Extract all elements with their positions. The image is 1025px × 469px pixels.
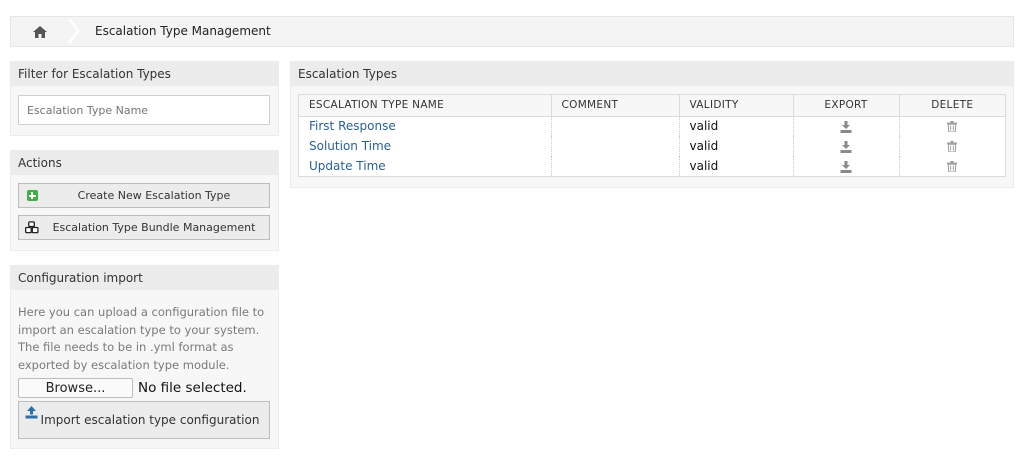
- export-cell: [792, 116, 899, 136]
- escalation-bundle-button[interactable]: Escalation Type Bundle Management: [18, 215, 270, 240]
- download-icon[interactable]: [840, 140, 852, 153]
- file-input: Browse... No file selected.: [18, 378, 270, 398]
- trash-icon[interactable]: [947, 161, 958, 172]
- trash-icon[interactable]: [947, 141, 958, 152]
- escalation-type-name-link[interactable]: First Response: [299, 116, 551, 136]
- create-escalation-type-button[interactable]: Create New Escalation Type: [18, 183, 270, 208]
- escalation-type-comment: [550, 136, 679, 156]
- import-configuration-button[interactable]: Import escalation type configuration: [18, 401, 270, 439]
- escalation-types-widget: Escalation Types ESCALATION TYPE NAME CO…: [290, 61, 1014, 188]
- escalation-bundle-label: Escalation Type Bundle Management: [52, 221, 256, 234]
- escalation-type-comment: [550, 156, 679, 176]
- escalation-type-validity: valid: [678, 156, 793, 176]
- delete-cell: [898, 116, 1005, 136]
- escalation-type-name-link[interactable]: Solution Time: [299, 136, 551, 156]
- plus-square-icon: [26, 190, 38, 201]
- column-header-export: EXPORT: [792, 95, 899, 117]
- filter-widget: Filter for Escalation Types: [10, 61, 279, 136]
- export-cell: [792, 136, 899, 156]
- download-icon[interactable]: [840, 160, 852, 173]
- breadcrumb-home[interactable]: [11, 17, 69, 46]
- filter-header: Filter for Escalation Types: [11, 62, 278, 86]
- trash-icon[interactable]: [947, 121, 958, 133]
- column-header-delete: DELETE: [898, 95, 1005, 117]
- table-row: Update Time valid: [299, 156, 1005, 176]
- escalation-types-table: ESCALATION TYPE NAME COMMENT VALIDITY EX…: [298, 94, 1006, 177]
- home-icon: [33, 25, 47, 38]
- breadcrumb: Escalation Type Management: [10, 16, 1014, 47]
- filter-input[interactable]: [18, 95, 270, 125]
- export-cell: [792, 156, 899, 176]
- escalation-type-name-link[interactable]: Update Time: [299, 156, 551, 176]
- column-header-comment[interactable]: COMMENT: [550, 95, 679, 117]
- escalation-types-header: Escalation Types: [291, 62, 1013, 86]
- table-row: First Response valid: [299, 116, 1005, 136]
- page-title: Escalation Type Management: [95, 24, 271, 38]
- delete-cell: [898, 156, 1005, 176]
- escalation-type-comment: [550, 116, 679, 136]
- config-import-header: Configuration import: [11, 266, 278, 290]
- cubes-icon: [25, 221, 39, 234]
- table-row: Solution Time valid: [299, 136, 1005, 156]
- actions-widget: Actions Create New Escalation Type Escal…: [10, 150, 279, 251]
- browse-button[interactable]: Browse...: [18, 378, 133, 398]
- column-header-validity[interactable]: VALIDITY: [678, 95, 793, 117]
- create-escalation-type-label: Create New Escalation Type: [77, 189, 231, 202]
- import-configuration-label: Import escalation type configuration: [40, 413, 260, 427]
- config-import-widget: Configuration import Here you can upload…: [10, 265, 279, 449]
- config-import-description: Here you can upload a configuration file…: [18, 305, 265, 372]
- column-header-name[interactable]: ESCALATION TYPE NAME: [299, 95, 551, 117]
- delete-cell: [898, 136, 1005, 156]
- escalation-type-validity: valid: [678, 116, 793, 136]
- table-header-row: ESCALATION TYPE NAME COMMENT VALIDITY EX…: [299, 95, 1005, 117]
- upload-icon: [25, 406, 38, 419]
- file-status: No file selected.: [138, 380, 247, 396]
- actions-header: Actions: [11, 151, 278, 175]
- download-icon[interactable]: [840, 120, 852, 133]
- escalation-type-validity: valid: [678, 136, 793, 156]
